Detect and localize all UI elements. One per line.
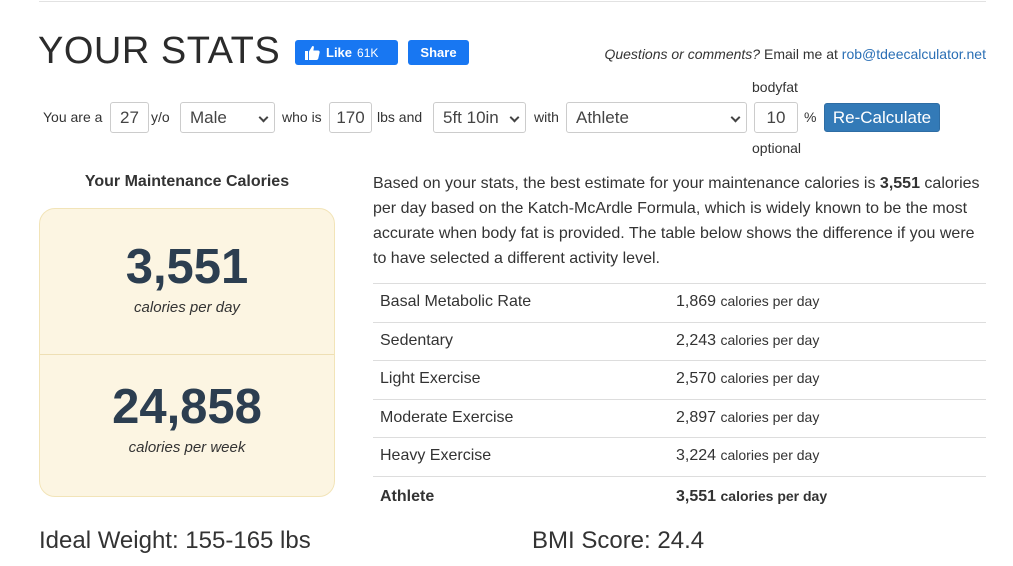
calorie-value: 1,869 [676, 293, 717, 310]
gender-value: Male [190, 108, 227, 127]
table-row: Moderate Exercise 2,897 calories per day [373, 398, 986, 438]
facebook-like-label: Like [326, 45, 353, 60]
bodyfat-input[interactable]: 10 [754, 102, 798, 133]
top-divider [39, 1, 986, 2]
age-input[interactable]: 27 [110, 102, 149, 133]
contact-prefix: Email me at [760, 46, 842, 62]
yo-label: y/o [151, 109, 170, 125]
table-row: Heavy Exercise 3,224 calories per day [373, 437, 986, 476]
weight-input[interactable]: 170 [329, 102, 372, 133]
maintenance-calories-box: 3,551 calories per day 24,858 calories p… [39, 208, 335, 497]
activity-calories: 2,570 calories per day [676, 370, 819, 388]
contact-email-link[interactable]: rob@tdeecalculator.net [842, 46, 986, 62]
calorie-value: 3,224 [676, 447, 717, 465]
activity-name: Basal Metabolic Rate [380, 293, 532, 310]
calorie-unit: calories per day [720, 370, 820, 387]
activity-calories: 1,869 calories per day [676, 293, 819, 311]
table-row: Light Exercise 2,570 calories per day [373, 360, 986, 399]
activity-level-table: Basal Metabolic Rate 1,869 calories per … [373, 283, 986, 516]
description-part1: Based on your stats, the best estimate f… [373, 175, 880, 192]
contact-line: Questions or comments? Email me at rob@t… [604, 46, 986, 62]
calorie-unit: calories per day [720, 408, 820, 425]
activity-name: Heavy Exercise [380, 447, 492, 465]
optional-label: optional [752, 140, 802, 156]
facebook-like-button[interactable]: Like 61K [295, 40, 398, 65]
activity-calories: 2,897 calories per day [676, 409, 819, 427]
calorie-value: 2,243 [676, 331, 717, 349]
bmi-score-heading: BMI Score: 24.4 [532, 527, 705, 554]
chevron-down-icon [509, 112, 520, 123]
facebook-share-button[interactable]: Share [408, 40, 469, 65]
chevron-down-icon [258, 112, 269, 123]
with-label: with [534, 109, 559, 125]
activity-name: Athlete [380, 487, 435, 505]
calorie-value: 3,551 [676, 487, 717, 505]
calorie-value: 2,897 [676, 408, 717, 426]
table-row: Sedentary 2,243 calories per day [373, 321, 986, 361]
activity-value: Athlete [576, 108, 629, 127]
recalculate-button[interactable]: Re-Calculate [824, 103, 940, 132]
weekly-calories-label: calories per week [128, 439, 246, 456]
weekly-calories-value: 24,858 [112, 380, 262, 434]
chevron-down-icon [730, 112, 741, 123]
table-row-selected: Athlete 3,551 calories per day [373, 475, 986, 516]
calorie-unit: calories per day [720, 447, 820, 464]
facebook-like-count: 61K [357, 45, 379, 60]
daily-calories-label: calories per day [134, 299, 240, 316]
activity-name: Light Exercise [380, 370, 481, 388]
calorie-unit: calories per day [720, 293, 820, 309]
you-are-a-label: You are a [43, 109, 103, 125]
calorie-unit: calories per day [720, 487, 828, 504]
page-title: YOUR STATS [38, 30, 281, 72]
daily-calories-value: 3,551 [125, 240, 249, 294]
box-divider [40, 354, 334, 355]
lbs-and-label: lbs and [377, 109, 423, 125]
height-select[interactable]: 5ft 10in [433, 102, 526, 133]
calorie-unit: calories per day [720, 331, 820, 348]
contact-question: Questions or comments? [604, 46, 761, 62]
maintenance-description: Based on your stats, the best estimate f… [373, 171, 983, 271]
ideal-weight-heading: Ideal Weight: 155-165 lbs [39, 527, 311, 554]
thumbs-up-icon [305, 46, 320, 60]
maintenance-heading: Your Maintenance Calories [84, 173, 290, 190]
activity-calories: 2,243 calories per day [676, 332, 819, 350]
activity-calories: 3,224 calories per day [676, 447, 819, 465]
description-bold-value: 3,551 [879, 175, 920, 192]
calorie-value: 2,570 [676, 370, 717, 388]
activity-name: Sedentary [380, 331, 453, 349]
activity-select[interactable]: Athlete [566, 102, 747, 133]
height-value: 5ft 10in [443, 108, 499, 127]
who-is-label: who is [282, 109, 322, 125]
gender-select[interactable]: Male [180, 102, 275, 133]
bodyfat-label: bodyfat [752, 79, 798, 95]
table-row: Basal Metabolic Rate 1,869 calories per … [373, 283, 986, 322]
activity-calories: 3,551 calories per day [676, 488, 827, 506]
percent-label: % [804, 109, 817, 125]
activity-name: Moderate Exercise [380, 408, 514, 426]
